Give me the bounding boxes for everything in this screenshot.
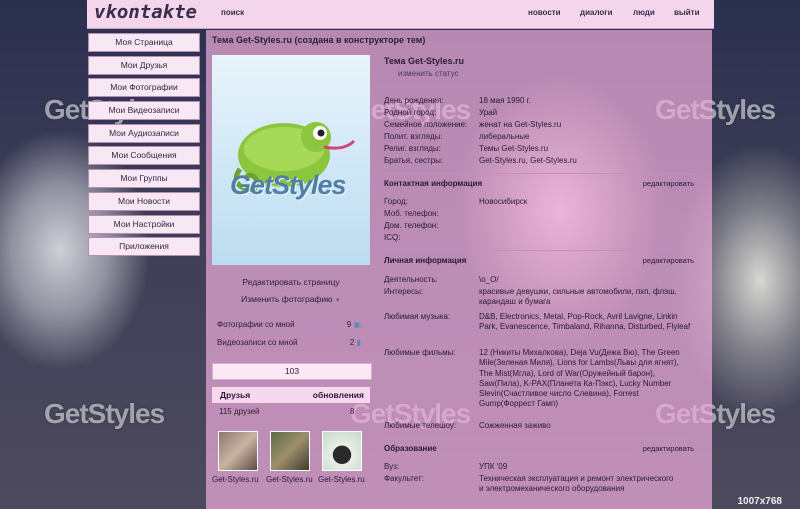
photos-count: 9 ▣ — [346, 320, 361, 329]
education-section-header: Образование редактировать — [384, 444, 694, 453]
personal-section-title: Личная информация — [384, 256, 467, 265]
nav-news[interactable]: новости — [528, 8, 561, 17]
menu-my-videos[interactable]: Мои Видеозаписи — [88, 101, 200, 121]
education-section-title: Образование — [384, 444, 437, 453]
chevron-down-icon: ▼ — [334, 298, 341, 304]
menu-my-photos[interactable]: Мои Фотографии — [88, 78, 200, 98]
info-label: Родной город: — [384, 108, 437, 117]
info-label: День рождения: — [384, 96, 444, 105]
menu-my-news[interactable]: Мои Новости — [88, 191, 200, 211]
menu-apps[interactable]: Приложения — [88, 237, 200, 257]
contact-section-header: Контактная информация редактировать — [384, 179, 694, 188]
contact-edit-link[interactable]: редактировать — [643, 179, 694, 188]
info-value[interactable]: женат на Get-Styles.ru — [479, 120, 694, 130]
info-value[interactable]: УПК '09 — [479, 462, 694, 472]
resolution-label: 1007x768 — [737, 496, 783, 507]
menu-my-friends[interactable]: Мои Друзья — [88, 55, 200, 75]
videos-with-me-label: Видеозаписи со мной — [217, 338, 298, 347]
camera-icon: ▣ — [353, 320, 361, 329]
friends-header: Друзья обновления — [212, 387, 370, 403]
info-value[interactable]: D&B, Electronics, Metal, Pop-Rock, Avril… — [479, 312, 694, 333]
edit-page-link[interactable]: Редактировать страницу — [212, 277, 370, 287]
friend-name[interactable]: Get-Styles.ru — [212, 475, 259, 484]
personal-section-header: Личная информация редактировать — [384, 256, 694, 265]
info-label: Любимые телешоу: — [384, 421, 457, 430]
menu-my-groups[interactable]: Мои Группы — [88, 169, 200, 189]
info-value[interactable]: Сожженная заживо — [479, 421, 694, 431]
friends-count[interactable]: 115 друзей — [219, 407, 260, 416]
friends-title[interactable]: Друзья — [220, 390, 250, 400]
contact-section-title: Контактная информация — [384, 179, 483, 188]
photos-with-me-label: Фотографии со мной — [217, 320, 295, 329]
page-title: Тема Get-Styles.ru (создана в конструкто… — [212, 35, 426, 45]
site-logo[interactable]: vkontakte — [94, 1, 197, 23]
info-value[interactable]: \о_О/ — [479, 275, 694, 285]
info-value[interactable]: Новосибирск — [479, 197, 694, 207]
info-label: Любимая музыка: — [384, 312, 451, 321]
nav-logout[interactable]: выйти — [674, 8, 700, 17]
info-label: Город: — [384, 197, 408, 206]
info-label: Любимые фильмы: — [384, 348, 456, 357]
info-label: Моб. телефон: — [384, 209, 439, 218]
profile-avatar[interactable]: GetStyles — [212, 55, 370, 265]
info-value[interactable]: 18 мая 1990 г. — [479, 96, 694, 106]
divider — [384, 250, 694, 251]
info-label: Факультет: — [384, 474, 424, 483]
info-label: Деятельность: — [384, 275, 438, 284]
watermark: GetStyles — [44, 398, 165, 429]
top-bar: vkontakte поиск новости диалоги люди вый… — [87, 0, 714, 29]
videos-count: 2 ▮ — [349, 338, 361, 347]
info-value[interactable]: красивые девушки, сильные автомобили, пх… — [479, 287, 694, 308]
info-value[interactable]: либеральные — [479, 132, 694, 142]
search-link[interactable]: поиск — [221, 8, 244, 17]
info-value[interactable]: Техническая эксплуатация и ремонт электр… — [479, 474, 679, 495]
divider — [384, 173, 694, 174]
profile-name: Тема Get-Styles.ru — [384, 56, 464, 66]
video-icon: ▮ — [356, 338, 361, 347]
edit-photo-label: Изменить фотографию — [241, 294, 333, 304]
friend-avatar[interactable] — [218, 431, 258, 471]
info-label: Братья, сестры: — [384, 156, 444, 165]
menu-my-page[interactable]: Моя Страница — [88, 33, 200, 52]
personal-edit-link[interactable]: редактировать — [643, 256, 694, 265]
info-label: ICQ: — [384, 233, 401, 242]
avatar-brand-text: GetStyles — [230, 170, 347, 200]
counter-box: 103 — [212, 363, 372, 380]
info-value[interactable]: Урай — [479, 108, 694, 118]
education-edit-link[interactable]: редактировать — [643, 444, 694, 453]
videos-with-me-link[interactable]: Видеозаписи со мной 2 ▮ — [217, 338, 367, 347]
menu-my-settings[interactable]: Мои Настройки — [88, 214, 200, 234]
friend-avatar[interactable] — [322, 431, 362, 471]
info-label: Интересы: — [384, 287, 424, 296]
info-label: Семейное положение: — [384, 120, 468, 129]
nav-dialogs[interactable]: диалоги — [580, 8, 613, 17]
friends-count-right: 8 — [350, 407, 355, 416]
menu-my-messages[interactable]: Мои Сообщения — [88, 146, 200, 166]
info-value[interactable]: Get-Styles.ru, Get-Styles.ru — [479, 156, 694, 166]
change-status-link[interactable]: изменить статус — [398, 69, 459, 78]
info-label: Полит. взгляды: — [384, 132, 443, 141]
photos-with-me-link[interactable]: Фотографии со мной 9 ▣ — [217, 320, 367, 329]
nav-people[interactable]: люди — [633, 8, 655, 17]
friend-name[interactable]: Get-Styles.ru — [266, 475, 313, 484]
divider — [384, 438, 694, 439]
friends-updates-link[interactable]: обновления — [313, 390, 364, 400]
info-label: Вуз: — [384, 462, 400, 471]
friend-name[interactable]: Get-Styles.ru — [318, 475, 365, 484]
menu-my-audio[interactable]: Мои Аудиозаписи — [88, 123, 200, 143]
edit-photo-link[interactable]: Изменить фотографию ▼ — [212, 294, 370, 304]
info-value[interactable]: 12 (Никиты Михалкова), Deja Vu(Дежа Вю),… — [479, 348, 694, 410]
info-value[interactable]: Темы Get-Styles.ru — [479, 144, 694, 154]
friend-avatar[interactable] — [270, 431, 310, 471]
left-menu: Моя Страница Мои Друзья Мои Фотографии М… — [88, 33, 200, 260]
info-label: Религ. взгляды: — [384, 144, 441, 153]
info-label: Дом. телефон: — [384, 221, 439, 230]
